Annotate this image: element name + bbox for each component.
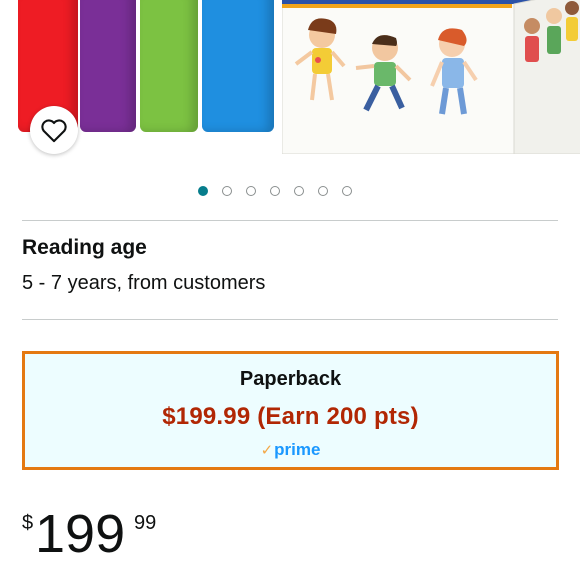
section-divider — [22, 220, 558, 221]
carousel-dot[interactable] — [294, 186, 304, 196]
price-whole: 199 — [35, 504, 126, 564]
section-divider — [22, 319, 558, 320]
boxed-set-illustration — [282, 0, 580, 154]
green-book-spine — [140, 0, 198, 132]
price-currency-symbol: $ — [22, 512, 34, 534]
carousel-dot[interactable] — [222, 186, 232, 196]
format-name: Paperback — [239, 368, 342, 390]
add-to-list-button[interactable] — [30, 106, 78, 154]
carousel-dot[interactable] — [270, 186, 280, 196]
purple-book-spine — [80, 0, 136, 132]
price-fraction: 99 — [134, 512, 157, 534]
reading-age-value: 5 - 7 years, from customers — [22, 272, 266, 294]
heart-outline-icon — [41, 119, 67, 143]
format-option-paperback[interactable]: Paperback $199.99 (Earn 200 pts) ✓prime — [22, 351, 559, 470]
carousel-dot[interactable] — [318, 186, 328, 196]
blue-book-spine — [202, 0, 274, 132]
carousel-dot[interactable] — [246, 186, 256, 196]
prime-badge: ✓prime — [25, 440, 556, 460]
prime-label: prime — [274, 440, 321, 459]
product-image[interactable] — [0, 0, 580, 182]
prime-check-icon: ✓ — [260, 442, 274, 459]
carousel-dot[interactable] — [342, 186, 352, 196]
image-carousel-indicator — [198, 186, 352, 196]
reading-age-label: Reading age — [22, 236, 147, 259]
format-price: $199.99 (Earn 200 pts) — [162, 403, 419, 430]
carousel-dot[interactable] — [198, 186, 208, 196]
